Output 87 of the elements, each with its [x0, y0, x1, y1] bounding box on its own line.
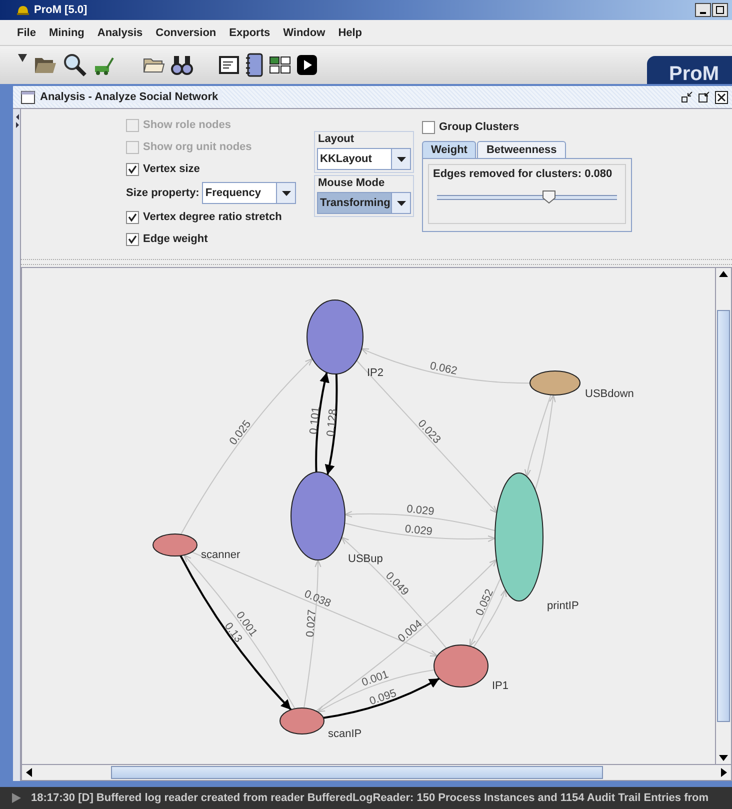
graph-node[interactable] [434, 644, 488, 688]
checkbox[interactable] [126, 232, 139, 246]
window-title: ProM [5.0] [34, 4, 88, 16]
expand-arrow-icon[interactable] [12, 793, 21, 804]
node-label: printIP [547, 600, 579, 612]
maximize-icon [716, 6, 724, 14]
menu-item[interactable]: Analysis [97, 26, 143, 39]
slider-label: Edges removed for clusters: 0.080 [433, 168, 614, 180]
horizontal-scrollbar[interactable] [21, 765, 732, 782]
node-label: IP2 [367, 367, 384, 380]
field-label: Size property: [126, 187, 200, 200]
node-label: IP1 [492, 680, 509, 692]
scroll-left-icon[interactable] [26, 768, 32, 778]
layout-dropdown[interactable]: KKLayout [317, 148, 411, 170]
play-icon[interactable] [297, 55, 317, 76]
edge-label: 0.029 [404, 524, 433, 538]
scroll-right-icon[interactable] [721, 768, 727, 778]
group-title: Mouse Mode [317, 177, 386, 190]
graph-node[interactable] [280, 708, 324, 735]
menu-item[interactable]: Exports [229, 26, 270, 39]
caret-icon [396, 200, 406, 206]
check-icon [128, 164, 137, 174]
scroll-thumb[interactable] [717, 310, 730, 722]
edge-label: 0.001 [360, 668, 390, 690]
minimize-button[interactable] [695, 2, 711, 17]
caret-icon [282, 190, 291, 196]
graph-node[interactable] [530, 370, 580, 396]
collapse-arrow-icon[interactable] [15, 113, 20, 130]
notebook-icon[interactable] [245, 53, 263, 78]
graph-node[interactable] [290, 472, 346, 561]
edge-label: 0.128 [324, 408, 340, 438]
frame-title: Analysis - Analyze Social Network [40, 91, 222, 104]
group-title: Layout [317, 133, 356, 146]
grid-icon[interactable] [269, 56, 291, 74]
node-label: scanIP [328, 728, 362, 740]
scroll-thumb[interactable] [111, 766, 603, 780]
dropdown-triangle-icon[interactable] [18, 54, 27, 62]
checkbox-label: Show role nodes [143, 119, 232, 132]
open-folder-icon[interactable] [143, 56, 165, 74]
checkbox[interactable] [126, 162, 139, 176]
logo-text: ProM [669, 64, 719, 84]
window-icon [21, 90, 35, 104]
menu-item[interactable]: Conversion [156, 26, 216, 39]
checkbox[interactable] [126, 210, 139, 224]
checkbox-label: Show org unit nodes [143, 141, 252, 154]
status-message: 18:17:30 [D] Buffered log reader created from reader BufferedLogReader: 150 Process Instances and 1154 Audit Trail Entries from [31, 792, 709, 804]
edge-label: 0.101 [308, 406, 322, 436]
check-icon [128, 234, 137, 244]
close-icon[interactable] [715, 90, 728, 104]
graph-node[interactable] [152, 534, 198, 557]
edge-label: 0.095 [368, 688, 398, 708]
edge-label: 0.038 [302, 588, 332, 610]
scroll-down-icon[interactable] [719, 755, 728, 762]
node-label: USBdown [585, 388, 634, 400]
iconify-icon[interactable] [681, 91, 693, 104]
checkbox-label: Vertex degree ratio stretch [143, 211, 282, 224]
edge-label: 0.062 [428, 360, 458, 378]
binoculars-icon[interactable] [171, 54, 193, 76]
vertical-scrollbar[interactable] [715, 268, 731, 764]
restore-icon[interactable] [698, 91, 710, 104]
tab[interactable]: Betweenness [477, 141, 566, 158]
checkbox-label: Edge weight [143, 233, 208, 246]
check-icon [128, 212, 137, 222]
edge-label: 0.027 [304, 610, 319, 638]
tab[interactable]: Weight [422, 141, 476, 158]
menu-item[interactable]: Mining [48, 26, 84, 39]
minimize-icon [700, 12, 706, 14]
window-icon[interactable] [219, 56, 239, 74]
graph-node[interactable] [306, 300, 364, 375]
menu-item[interactable]: Window [283, 26, 326, 39]
slider-thumb[interactable] [542, 190, 556, 204]
checkbox[interactable] [422, 120, 435, 134]
graph-node[interactable] [494, 472, 544, 602]
menu-item[interactable]: File [17, 26, 36, 39]
edge-label: 0.029 [406, 504, 435, 518]
menu-item[interactable]: Help [338, 26, 362, 39]
checkbox-label: Vertex size [143, 163, 200, 176]
size-property-dropdown[interactable]: Frequency [202, 182, 296, 204]
edge-label: 0.052 [474, 588, 496, 618]
caret-icon [396, 156, 406, 162]
mouse-mode-dropdown[interactable]: Transforming [317, 192, 411, 214]
maximize-button[interactable] [712, 2, 728, 17]
search-icon[interactable] [63, 53, 87, 78]
checkbox-label: Group Clusters [439, 121, 520, 134]
scroll-up-icon[interactable] [719, 271, 728, 278]
node-label: scanner [201, 549, 240, 562]
node-label: USBup [348, 553, 383, 566]
